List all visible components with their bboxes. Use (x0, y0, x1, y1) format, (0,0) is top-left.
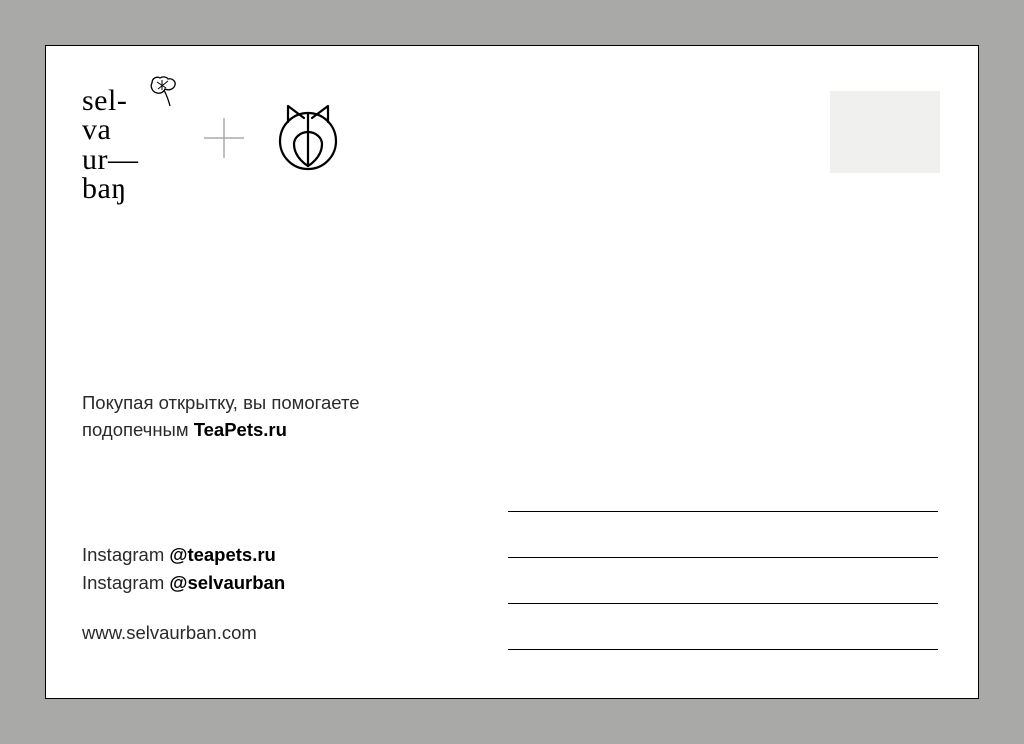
logo-line-3: ur— (82, 143, 139, 176)
postcard: sel- va ur— baŋ (45, 45, 979, 699)
message-line-1: Покупая открытку, вы помогаете (82, 390, 360, 417)
address-line-1[interactable] (508, 466, 938, 512)
flower-icon (146, 76, 182, 115)
cat-leaf-icon (268, 98, 348, 183)
logo-area: sel- va ur— baŋ (82, 86, 139, 204)
social-links: Instagram @teapets.ru Instagram @selvaur… (82, 541, 285, 597)
selvaurban-logo: sel- va ur— baŋ (82, 86, 139, 204)
address-line-3[interactable] (508, 558, 938, 604)
instagram-selvaurban: Instagram @selvaurban (82, 569, 285, 597)
instagram-teapets: Instagram @teapets.ru (82, 541, 285, 569)
address-line-2[interactable] (508, 512, 938, 558)
logo-line-1: sel- (82, 84, 127, 117)
logo-line-4: baŋ (82, 172, 127, 205)
message-line-2: подопечным TeaPets.ru (82, 417, 360, 444)
address-line-4[interactable] (508, 604, 938, 650)
website-url: www.selvaurban.com (82, 622, 257, 644)
plus-icon (202, 116, 246, 165)
stamp-placeholder (830, 91, 940, 173)
address-lines (508, 466, 938, 650)
logo-line-2: va (82, 113, 111, 146)
charity-message: Покупая открытку, вы помогаете подопечны… (82, 390, 360, 444)
